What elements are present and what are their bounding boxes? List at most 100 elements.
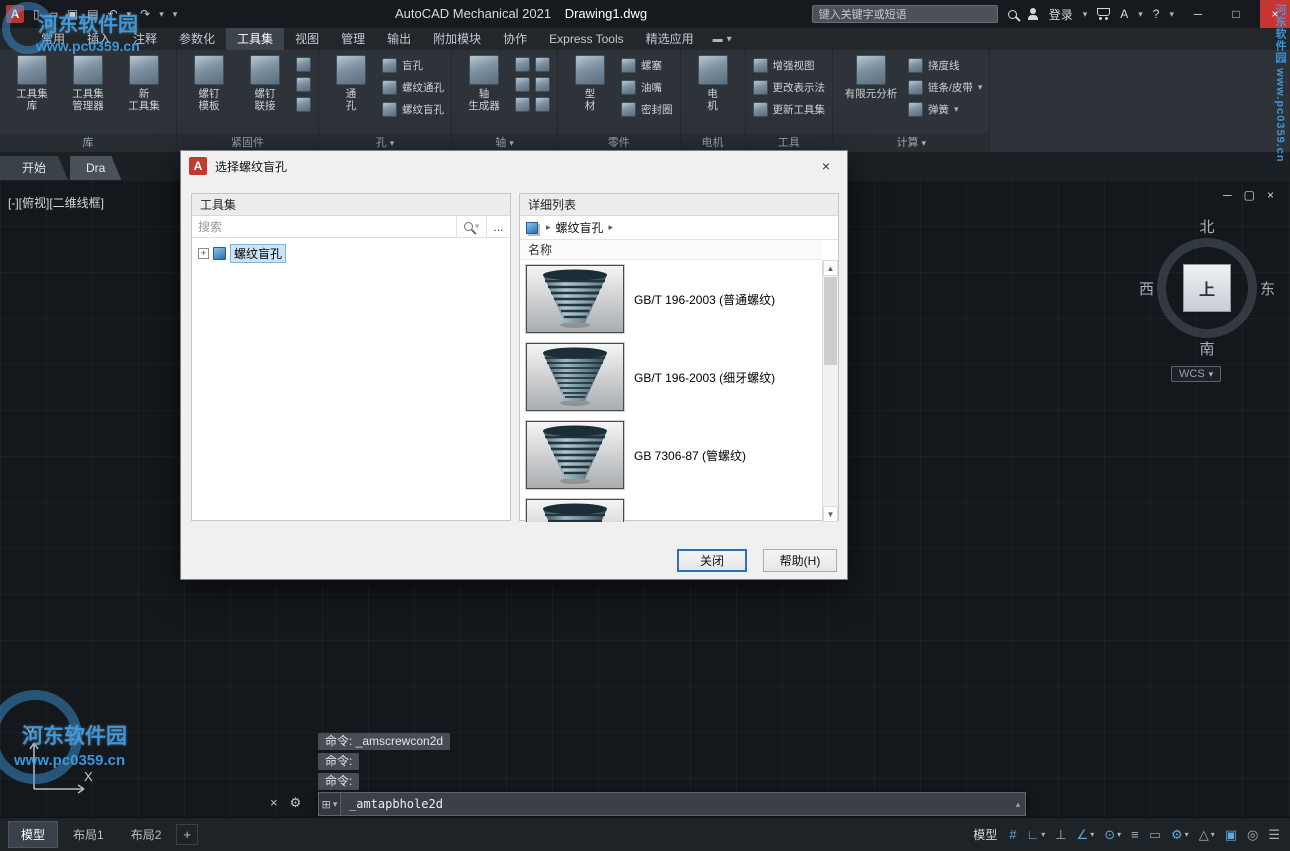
maximize-button[interactable]: □ bbox=[1222, 0, 1250, 28]
viewcube-north-label[interactable]: 北 bbox=[1199, 216, 1214, 237]
command-close-icon[interactable]: × bbox=[270, 795, 278, 811]
shaft-tool-icon-6[interactable] bbox=[535, 97, 550, 112]
chains-belts-dropdown-icon[interactable]: ▾ bbox=[978, 82, 983, 93]
search-icon[interactable] bbox=[1008, 10, 1017, 19]
hardware-accel-icon[interactable]: ▣ bbox=[1225, 827, 1237, 843]
drawing-tab[interactable]: Dra bbox=[70, 156, 121, 180]
selection-cycling-icon[interactable]: ▭ bbox=[1149, 827, 1161, 843]
shaft-tool-icon-3[interactable] bbox=[515, 77, 530, 92]
model-space-label[interactable]: 模型 bbox=[973, 826, 997, 843]
appstore-dropdown-icon[interactable]: ▾ bbox=[1138, 9, 1143, 20]
seal-button[interactable]: 密封圈 bbox=[621, 101, 673, 118]
fastener-tool-icon-3[interactable] bbox=[296, 97, 311, 112]
list-item[interactable]: GB/T 196-2003 (细牙螺纹) bbox=[520, 338, 838, 416]
breadcrumb-arrow-icon[interactable]: ▸ bbox=[609, 222, 614, 233]
command-line[interactable]: ⊞ ▾ _amtapbhole2d ▴ bbox=[318, 792, 1026, 816]
toolset-search-button[interactable]: ▾ bbox=[456, 216, 486, 237]
chains-belts-button[interactable]: 链条/皮带 ▾ bbox=[908, 79, 982, 96]
shaft-tool-icon-5[interactable] bbox=[515, 97, 530, 112]
command-line-grip[interactable]: ⊞ ▾ bbox=[319, 793, 341, 815]
start-tab[interactable]: 开始 bbox=[0, 156, 68, 180]
tab-parametric[interactable]: 参数化 bbox=[168, 28, 226, 50]
scroll-down-icon[interactable]: ▼ bbox=[823, 506, 838, 522]
annotation-scale-icon[interactable]: △▾ bbox=[1199, 827, 1215, 843]
update-toolset-button[interactable]: 更新工具集 bbox=[753, 101, 826, 118]
fastener-tool-icon-1[interactable] bbox=[296, 57, 311, 72]
tab-addins[interactable]: 附加模块 bbox=[422, 28, 492, 50]
shaft-generator-button[interactable]: 轴 生成器 bbox=[459, 55, 509, 112]
help-dropdown-icon[interactable]: ▾ bbox=[1169, 9, 1174, 20]
tapped-blind-hole-button[interactable]: 螺纹盲孔 bbox=[382, 101, 444, 118]
viewport-controls[interactable]: [-][俯视][二维线框] bbox=[8, 194, 104, 211]
shaft-tool-icon-2[interactable] bbox=[535, 57, 550, 72]
close-dialog-button[interactable]: 关闭 bbox=[677, 549, 747, 572]
list-scrollbar[interactable]: ▲ ▼ bbox=[822, 260, 838, 522]
power-view-button[interactable]: 增强视图 bbox=[753, 57, 826, 74]
tab-express-tools[interactable]: Express Tools bbox=[538, 28, 634, 50]
command-customize-icon[interactable]: ⚙ bbox=[290, 795, 302, 811]
plug-button[interactable]: 螺塞 bbox=[621, 57, 673, 74]
tab-featured-apps[interactable]: 精选应用 bbox=[635, 28, 705, 50]
tab-home[interactable]: 常用 bbox=[30, 28, 76, 50]
list-item[interactable]: GB 7306-87 (管螺纹) bbox=[520, 416, 838, 494]
isolate-objects-icon[interactable]: ◎ bbox=[1247, 827, 1258, 843]
fastener-tool-icon-2[interactable] bbox=[296, 77, 311, 92]
viewcube-top-face[interactable]: 上 bbox=[1183, 264, 1231, 312]
toolset-manager-button[interactable]: 工具集 管理器 bbox=[63, 55, 113, 112]
help-search-input[interactable]: 键入关键字或短语 bbox=[812, 5, 998, 23]
panel-calculation-dropdown-icon[interactable]: ▾ bbox=[921, 135, 926, 151]
screw-connection-button[interactable]: 螺钉 联接 bbox=[240, 55, 290, 112]
open-icon[interactable]: ▱ bbox=[49, 7, 58, 21]
ribbon-display-dropdown-icon[interactable]: ▾ bbox=[727, 34, 732, 45]
signin-button[interactable]: 登录 bbox=[1049, 6, 1073, 23]
ortho-icon[interactable]: ⊥ bbox=[1055, 827, 1066, 843]
workspace-gear-icon[interactable]: ⚙▾ bbox=[1171, 827, 1189, 843]
toolset-search-input[interactable]: 搜索 bbox=[192, 218, 456, 235]
panel-label-calculation[interactable]: 计算▾ bbox=[833, 134, 989, 152]
shaft-tool-icon-1[interactable] bbox=[515, 57, 530, 72]
minimize-button[interactable]: ─ bbox=[1184, 0, 1212, 28]
redo-icon[interactable]: ↷ bbox=[140, 7, 150, 21]
browse-more-button[interactable]: ... bbox=[486, 216, 510, 237]
command-scroll-icon[interactable]: ▴ bbox=[1011, 799, 1025, 810]
plot-icon[interactable]: ▤ bbox=[87, 7, 98, 21]
tree-item-tapped-blind-hole[interactable]: + 螺纹盲孔 bbox=[198, 244, 504, 263]
grid-icon[interactable]: # bbox=[1009, 827, 1016, 842]
tab-collaborate[interactable]: 协作 bbox=[492, 28, 538, 50]
tab-annotate[interactable]: 注释 bbox=[122, 28, 168, 50]
drawing-close-icon[interactable]: × bbox=[1267, 188, 1274, 202]
polar-tracking-icon[interactable]: ∠▾ bbox=[1077, 827, 1095, 843]
deflection-line-button[interactable]: 挠度线 bbox=[908, 57, 982, 74]
undo-icon[interactable]: ↶ bbox=[108, 7, 118, 21]
appstore-icon[interactable]: A bbox=[1120, 7, 1128, 21]
tapped-through-hole-button[interactable]: 螺纹通孔 bbox=[382, 79, 444, 96]
wcs-menu[interactable]: WCS ▾ bbox=[1171, 366, 1221, 382]
layout-tab-2[interactable]: 布局2 bbox=[119, 822, 174, 847]
blind-hole-button[interactable]: 盲孔 bbox=[382, 57, 444, 74]
tree-item-label[interactable]: 螺纹盲孔 bbox=[230, 244, 286, 263]
new-toolset-button[interactable]: 新 工具集 bbox=[119, 55, 169, 112]
tab-view[interactable]: 视图 bbox=[284, 28, 330, 50]
lubricator-button[interactable]: 油嘴 bbox=[621, 79, 673, 96]
viewcube[interactable]: 北 西 东 上 南 WCS ▾ bbox=[1147, 220, 1267, 390]
springs-dropdown-icon[interactable]: ▾ bbox=[954, 104, 959, 115]
layout-tab-1[interactable]: 布局1 bbox=[61, 822, 116, 847]
snap-mode-icon[interactable]: ∟▾ bbox=[1026, 827, 1045, 842]
fea-button[interactable]: 有限元分析 bbox=[840, 55, 902, 100]
osnap-icon[interactable]: ⊙▾ bbox=[1104, 827, 1121, 843]
tab-insert[interactable]: 插入 bbox=[76, 28, 122, 50]
breadcrumb-item[interactable]: 螺纹盲孔 bbox=[556, 219, 604, 236]
list-item[interactable] bbox=[520, 494, 838, 522]
scrollbar-thumb[interactable] bbox=[824, 277, 837, 365]
save-icon[interactable]: ▣ bbox=[67, 7, 78, 21]
profiles-button[interactable]: 型 材 bbox=[565, 55, 615, 112]
scroll-up-icon[interactable]: ▲ bbox=[823, 260, 838, 276]
new-layout-button[interactable]: + bbox=[176, 824, 198, 845]
breadcrumb-arrow-icon[interactable]: ▸ bbox=[546, 222, 551, 233]
signin-dropdown-icon[interactable]: ▾ bbox=[1083, 9, 1088, 20]
viewcube-east-label[interactable]: 东 bbox=[1260, 278, 1275, 299]
toolset-library-button[interactable]: 工具集 库 bbox=[7, 55, 57, 112]
dialog-titlebar[interactable]: A 选择螺纹盲孔 × bbox=[181, 151, 847, 181]
new-icon[interactable]: ▯ bbox=[33, 7, 40, 21]
tree-expand-icon[interactable]: + bbox=[198, 248, 209, 259]
